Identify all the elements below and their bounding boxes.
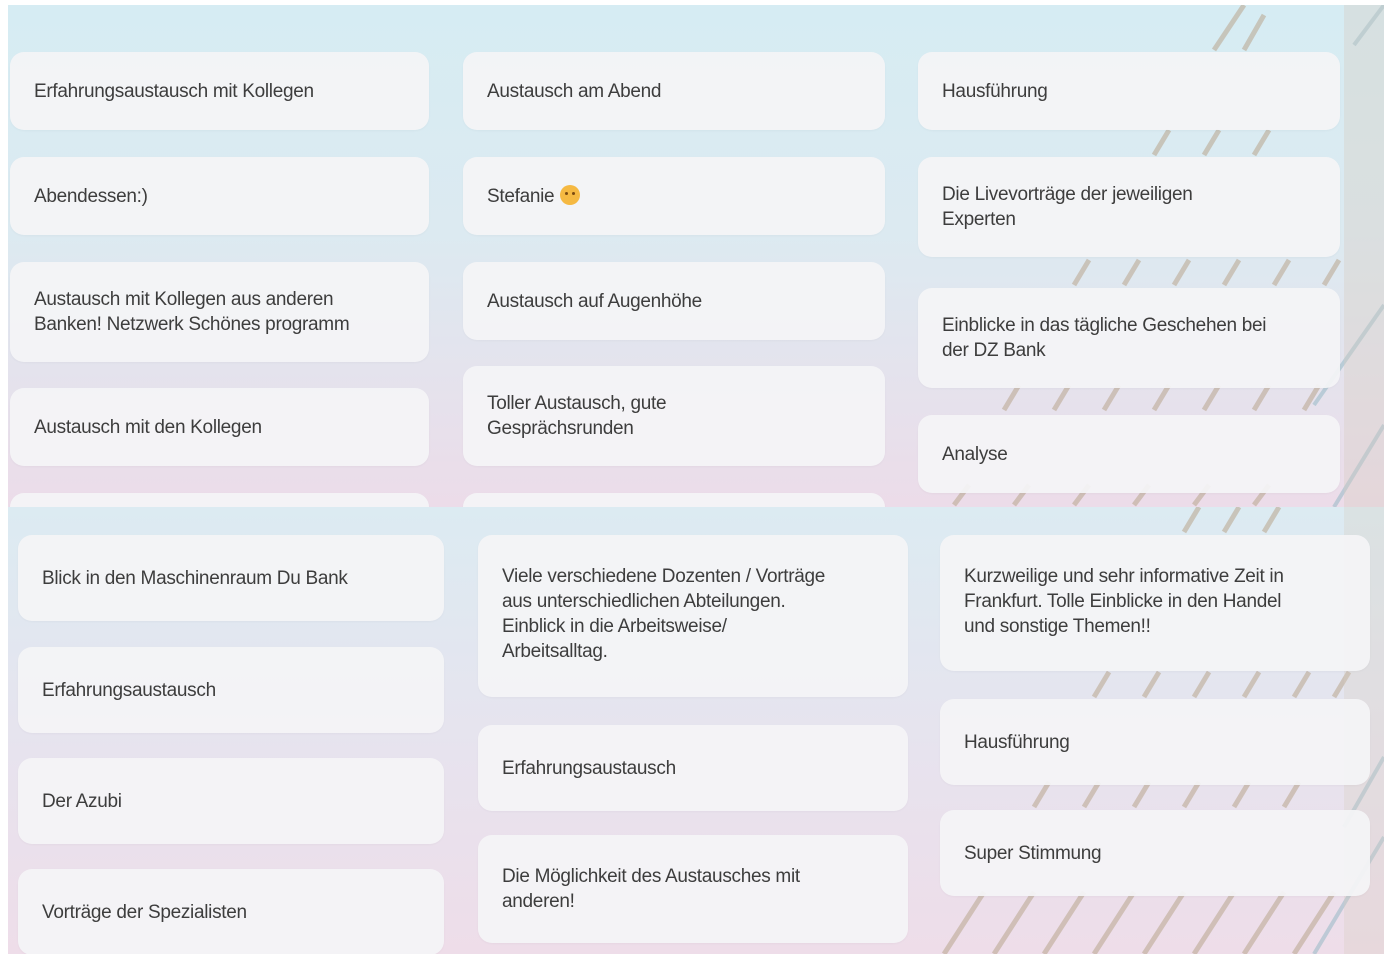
response-card: Austausch mit Kollegen aus anderen Banke… xyxy=(10,262,429,362)
response-card: Abendessen:) xyxy=(10,157,429,235)
response-card-partial xyxy=(10,493,429,507)
response-text: Einblicke in das tägliche Geschehen bei … xyxy=(942,315,1267,361)
response-card: Viele verschiedene Dozenten / Vorträge a… xyxy=(478,535,908,697)
response-text: Austausch am Abend xyxy=(487,80,662,102)
response-card: Der Azubi xyxy=(18,758,444,844)
response-card: Austausch am Abend xyxy=(463,52,885,130)
response-wall-bottom: Blick in den Maschinenraum Du Bank Erfah… xyxy=(8,507,1384,954)
response-text: Hausführung xyxy=(964,731,1070,753)
response-card: Vorträge der Spezialisten xyxy=(18,869,444,954)
response-text: Hausführung xyxy=(942,80,1048,102)
response-wall-top: Erfahrungsaustausch mit Kollegen Abendes… xyxy=(8,5,1384,507)
response-text: Stefanie xyxy=(487,184,581,209)
response-text: Kurzweilige und sehr informative Zeit in… xyxy=(964,566,1284,637)
response-text: Erfahrungsaustausch mit Kollegen xyxy=(34,80,314,102)
response-text: Die Möglichkeit des Austausches mit ande… xyxy=(502,866,800,912)
response-text: Der Azubi xyxy=(42,790,122,812)
response-card: Austausch mit den Kollegen xyxy=(10,388,429,466)
response-card: Analyse xyxy=(918,415,1340,493)
response-text: Viele verschiedene Dozenten / Vorträge a… xyxy=(502,566,826,662)
response-text: Austausch mit den Kollegen xyxy=(34,416,262,438)
hugging-face-icon xyxy=(560,184,581,205)
response-text: Abendessen:) xyxy=(34,185,148,207)
response-text: Vorträge der Spezialisten xyxy=(42,901,247,923)
response-text: Blick in den Maschinenraum Du Bank xyxy=(42,567,348,589)
response-text: Super Stimmung xyxy=(964,842,1102,864)
response-text: Erfahrungsaustausch xyxy=(42,679,216,701)
response-text: Toller Austausch, gute Gesprächsrunden xyxy=(487,393,667,439)
response-text: Austausch mit Kollegen aus anderen Banke… xyxy=(34,289,350,335)
response-card: Die Livevorträge der jeweiligen Experten xyxy=(918,157,1340,257)
response-card: Hausführung xyxy=(940,699,1370,785)
response-card: Einblicke in das tägliche Geschehen bei … xyxy=(918,288,1340,388)
response-card: Erfahrungsaustausch mit Kollegen xyxy=(10,52,429,130)
response-card: Stefanie xyxy=(463,157,885,235)
response-card: Hausführung xyxy=(918,52,1340,130)
response-card: Erfahrungsaustausch xyxy=(18,647,444,733)
response-card: Super Stimmung xyxy=(940,810,1370,896)
response-card: Kurzweilige und sehr informative Zeit in… xyxy=(940,535,1370,671)
response-card: Austausch auf Augenhöhe xyxy=(463,262,885,340)
response-card: Blick in den Maschinenraum Du Bank xyxy=(18,535,444,621)
response-text: Austausch auf Augenhöhe xyxy=(487,290,702,312)
response-card: Toller Austausch, gute Gesprächsrunden xyxy=(463,366,885,466)
response-text: Erfahrungsaustausch xyxy=(502,757,676,779)
response-card-partial xyxy=(463,493,885,507)
response-card: Die Möglichkeit des Austausches mit ande… xyxy=(478,835,908,943)
response-card: Erfahrungsaustausch xyxy=(478,725,908,811)
response-text: Die Livevorträge der jeweiligen Experten xyxy=(942,184,1193,230)
response-text: Analyse xyxy=(942,443,1008,465)
